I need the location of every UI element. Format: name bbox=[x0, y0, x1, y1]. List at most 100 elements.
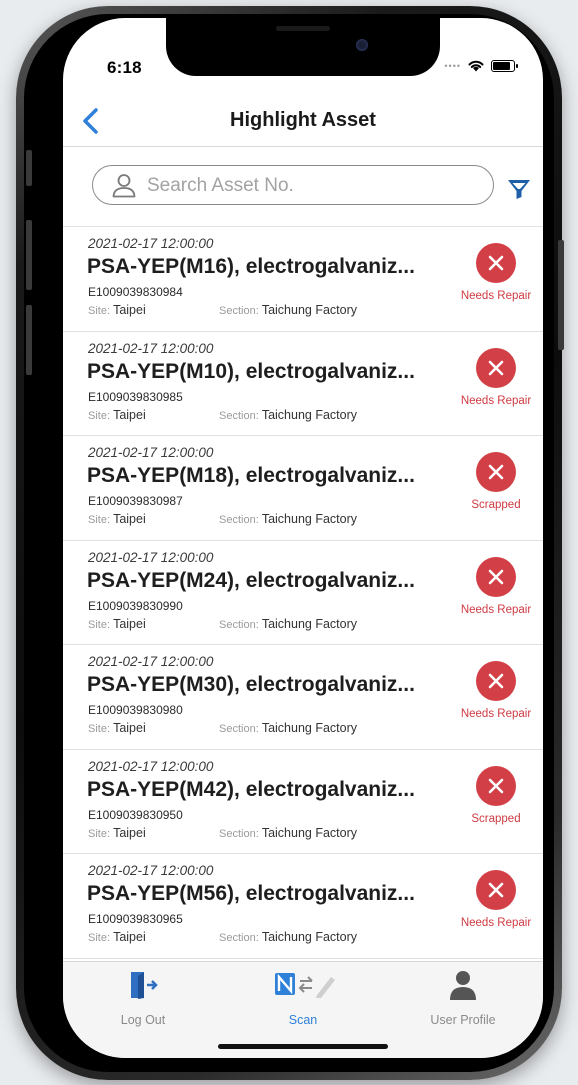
section-value: Taichung Factory bbox=[261, 930, 357, 944]
status-time: 6:18 bbox=[107, 58, 142, 77]
silent-switch bbox=[26, 150, 32, 186]
status-badge: Needs Repair bbox=[460, 290, 532, 302]
asset-name: PSA-YEP(M18), electrogalvaniz... bbox=[87, 464, 415, 487]
status-badge: Scrapped bbox=[471, 812, 521, 825]
asset-date: 2021-02-17 12:00:00 bbox=[88, 549, 214, 565]
status-badge: Needs Repair bbox=[460, 394, 532, 407]
site-label: Site: bbox=[88, 305, 114, 317]
tab-label-scan: Scan bbox=[288, 1013, 318, 1027]
home-indicator bbox=[218, 1044, 388, 1049]
status-badge: Needs Repair bbox=[460, 708, 532, 720]
asset-status: Scrapped bbox=[451, 452, 541, 522]
app-screen: 6:18 •••• Highlight Asset Search Asset N… bbox=[63, 18, 543, 1058]
power-button bbox=[558, 240, 564, 350]
search-field[interactable] bbox=[92, 165, 494, 205]
asset-section: Section: Taichung Factory bbox=[219, 826, 357, 840]
site-label: Site: bbox=[88, 723, 114, 735]
asset-name: PSA-YEP(M24), electrogalvaniz... bbox=[87, 568, 415, 592]
asset-date: 2021-02-17 12:00:00 bbox=[88, 863, 214, 878]
section-label: Section: bbox=[219, 409, 262, 422]
tab-user-profile[interactable]: User Profile bbox=[383, 970, 543, 1027]
device-notch bbox=[166, 18, 440, 76]
section-label: Section: bbox=[219, 723, 262, 735]
asset-list-item[interactable]: 2021-02-17 12:00:00 PSA-YEP(M56), electr… bbox=[63, 854, 543, 959]
user-search-icon bbox=[112, 174, 136, 198]
asset-section: Section: Taichung Factory bbox=[219, 930, 357, 944]
tab-log-out[interactable]: Log Out bbox=[63, 970, 223, 1027]
asset-section: Section: Taichung Factory bbox=[219, 721, 357, 735]
asset-site: Site: Taipei bbox=[88, 617, 146, 631]
tab-label-user-profile: User Profile bbox=[430, 1013, 496, 1027]
asset-date: 2021-02-17 12:00:00 bbox=[88, 654, 214, 669]
error-x-icon bbox=[476, 243, 516, 283]
asset-site: Site: Taipei bbox=[88, 303, 146, 317]
error-x-icon bbox=[476, 765, 516, 806]
asset-status: Needs Repair bbox=[451, 661, 541, 731]
navigation-header: Highlight Asset bbox=[63, 100, 543, 147]
asset-name: PSA-YEP(M56), electrogalvaniz... bbox=[87, 882, 415, 905]
filter-button[interactable] bbox=[506, 176, 532, 202]
asset-date: 2021-02-17 12:00:00 bbox=[88, 758, 214, 774]
section-label: Section: bbox=[219, 827, 262, 840]
asset-list-item[interactable]: 2021-02-17 12:00:00 PSA-YEP(M30), electr… bbox=[63, 645, 543, 750]
asset-section: Section: Taichung Factory bbox=[219, 617, 357, 631]
volume-down-button bbox=[26, 305, 32, 375]
tab-scan[interactable]: Scan bbox=[223, 970, 383, 1027]
site-value: Taipei bbox=[113, 721, 146, 735]
section-value: Taichung Factory bbox=[261, 303, 357, 317]
asset-date: 2021-02-17 12:00:00 bbox=[88, 445, 214, 460]
section-value: Taichung Factory bbox=[261, 721, 357, 735]
section-label: Section: bbox=[219, 514, 262, 526]
site-label: Site: bbox=[88, 827, 114, 840]
search-input[interactable] bbox=[145, 172, 479, 200]
section-label: Section: bbox=[219, 305, 262, 317]
tab-label-log-out: Log Out bbox=[120, 1013, 166, 1027]
error-x-icon bbox=[476, 661, 516, 701]
asset-list-item[interactable]: 2021-02-17 12:00:00 PSA-YEP(M10), electr… bbox=[63, 331, 543, 436]
front-camera bbox=[356, 39, 368, 51]
asset-section: Section: Taichung Factory bbox=[219, 408, 357, 422]
site-value: Taipei bbox=[113, 616, 146, 631]
site-value: Taipei bbox=[113, 825, 146, 840]
section-value: Taichung Factory bbox=[261, 407, 357, 422]
asset-number: E1009039830965 bbox=[88, 912, 183, 926]
asset-status: Needs Repair bbox=[451, 870, 541, 940]
asset-list-item[interactable]: 2021-02-17 12:00:00 PSA-YEP(M16), electr… bbox=[63, 227, 543, 332]
site-value: Taipei bbox=[113, 303, 146, 317]
asset-list-item[interactable]: 2021-02-17 12:00:00 PSA-YEP(M18), electr… bbox=[63, 436, 543, 541]
funnel-icon bbox=[508, 180, 530, 199]
asset-date: 2021-02-17 12:00:00 bbox=[88, 236, 214, 251]
asset-name: PSA-YEP(M16), electrogalvaniz... bbox=[87, 255, 415, 278]
site-label: Site: bbox=[88, 514, 114, 526]
section-value: Taichung Factory bbox=[261, 616, 357, 631]
asset-number: E1009039830987 bbox=[88, 494, 183, 508]
asset-name: PSA-YEP(M30), electrogalvaniz... bbox=[87, 673, 415, 696]
battery-icon bbox=[491, 59, 518, 72]
asset-list: 2021-02-17 12:00:00 PSA-YEP(M16), electr… bbox=[63, 227, 543, 959]
error-x-icon bbox=[476, 452, 516, 492]
asset-site: Site: Taipei bbox=[88, 512, 146, 526]
asset-list-item[interactable]: 2021-02-17 12:00:00 PSA-YEP(M24), electr… bbox=[63, 540, 543, 645]
asset-site: Site: Taipei bbox=[88, 930, 146, 944]
site-label: Site: bbox=[88, 932, 114, 944]
section-label: Section: bbox=[219, 932, 262, 944]
page-title: Highlight Asset bbox=[230, 109, 376, 131]
site-label: Site: bbox=[88, 409, 114, 422]
asset-name: PSA-YEP(M42), electrogalvaniz... bbox=[87, 777, 415, 801]
asset-status: Scrapped bbox=[451, 765, 541, 836]
asset-number: E1009039830985 bbox=[88, 389, 183, 404]
status-badge: Needs Repair bbox=[460, 603, 532, 616]
asset-status: Needs Repair bbox=[451, 347, 541, 418]
asset-number: E1009039830990 bbox=[88, 598, 183, 613]
error-x-icon bbox=[476, 870, 516, 910]
asset-date: 2021-02-17 12:00:00 bbox=[88, 340, 214, 356]
nfc-scan-icon bbox=[275, 973, 335, 998]
section-label: Section: bbox=[219, 618, 262, 631]
asset-section: Section: Taichung Factory bbox=[219, 512, 357, 526]
site-value: Taipei bbox=[113, 407, 146, 422]
asset-site: Site: Taipei bbox=[88, 408, 146, 422]
site-value: Taipei bbox=[113, 930, 146, 944]
status-badge: Scrapped bbox=[471, 499, 521, 511]
asset-list-item[interactable]: 2021-02-17 12:00:00 PSA-YEP(M42), electr… bbox=[63, 749, 543, 854]
asset-number: E1009039830950 bbox=[88, 807, 183, 822]
